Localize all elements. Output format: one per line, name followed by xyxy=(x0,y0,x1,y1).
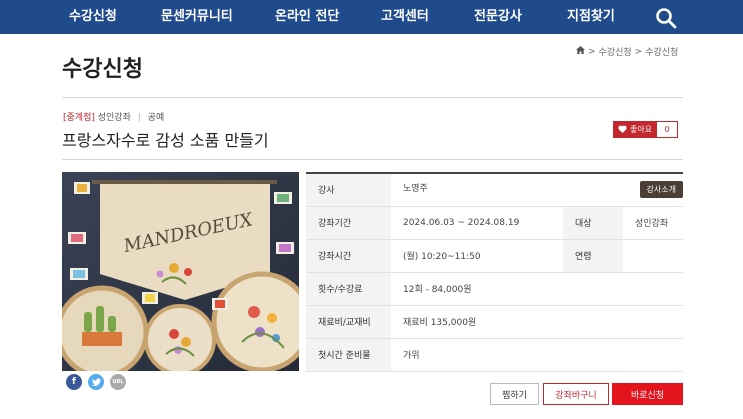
heart-icon xyxy=(618,125,627,135)
table-row: 강사 노영주 강사소개 xyxy=(306,172,683,207)
age-label: 연령 xyxy=(563,239,623,273)
course-category-line: [중계점] 성인강좌 | 공예 xyxy=(63,110,164,123)
fee-value: 12회 - 84,000원 xyxy=(391,272,683,306)
share-buttons: f URL xyxy=(66,374,126,390)
twitter-icon[interactable] xyxy=(88,374,104,390)
like-label: 좋아요 xyxy=(630,125,653,134)
teacher-label: 강사 xyxy=(306,172,391,207)
branch-label: [중계점] xyxy=(63,113,95,123)
nav-item-instructors[interactable]: 전문강사 xyxy=(474,0,522,34)
teacher-value: 노영주 xyxy=(403,184,428,195)
breadcrumb-item[interactable]: 수강신청 xyxy=(599,45,632,58)
course-title: 프랑스자수로 감성 소품 만들기 xyxy=(62,131,269,150)
material-value: 재료비 135,000원 xyxy=(391,305,683,339)
page-title: 수강신청 xyxy=(62,57,143,82)
wishlist-button[interactable]: 찜하기 xyxy=(490,383,539,405)
period-label: 강좌기간 xyxy=(306,206,391,240)
teacher-intro-button[interactable]: 강사소개 xyxy=(639,181,683,199)
table-row: 재료비/교재비 재료비 135,000원 xyxy=(306,305,683,339)
add-to-cart-button[interactable]: 강좌바구니 xyxy=(543,383,609,405)
divider xyxy=(62,159,683,160)
breadcrumb-separator: > xyxy=(588,46,596,57)
like-count: 0 xyxy=(657,122,678,137)
nav-item-find-branch[interactable]: 지점찾기 xyxy=(567,0,615,34)
material-label: 재료비/교재비 xyxy=(306,305,391,339)
table-row: 횟수/수강료 12회 - 84,000원 xyxy=(306,272,683,306)
fee-label: 횟수/수강료 xyxy=(306,272,391,306)
category-label: 성인강좌 xyxy=(97,113,131,123)
course-info-table: 강사 노영주 강사소개 강좌기간 2024.06.03 ~ 2024.08.19… xyxy=(306,172,683,372)
breadcrumb-item[interactable]: 수강신청 xyxy=(645,45,678,58)
course-image: MANDROEUX xyxy=(62,172,299,371)
breadcrumb: > 수강신청 > 수강신청 xyxy=(576,45,678,58)
table-row: 강좌시간 (월) 10:20~11:50 연령 xyxy=(306,239,683,273)
target-value: 성인강좌 xyxy=(623,206,683,240)
breadcrumb-separator: > xyxy=(634,46,643,57)
time-label: 강좌시간 xyxy=(306,239,391,273)
period-value: 2024.06.03 ~ 2024.08.19 xyxy=(391,206,563,240)
divider xyxy=(62,97,683,98)
nav-item-online-flyer[interactable]: 온라인 전단 xyxy=(275,0,339,34)
table-row: 첫시간 준비물 가위 xyxy=(306,338,683,372)
url-copy-icon[interactable]: URL xyxy=(110,374,126,390)
like-label-box: 좋아요 xyxy=(614,122,658,137)
time-value: (월) 10:20~11:50 xyxy=(391,239,563,273)
age-value xyxy=(623,239,683,273)
prep-label: 첫시간 준비물 xyxy=(306,338,391,372)
home-icon[interactable] xyxy=(576,46,585,57)
prep-value: 가위 xyxy=(391,338,683,372)
teacher-cell: 노영주 강사소개 xyxy=(391,172,683,207)
apply-now-button[interactable]: 바로신청 xyxy=(612,383,683,405)
nav-item-community[interactable]: 문센커뮤니티 xyxy=(161,0,233,34)
target-label: 대상 xyxy=(563,206,623,240)
search-icon[interactable] xyxy=(654,6,678,30)
like-button[interactable]: 좋아요 0 xyxy=(613,121,679,138)
table-row: 강좌기간 2024.06.03 ~ 2024.08.19 대상 성인강좌 xyxy=(306,206,683,240)
subcategory-label: 공예 xyxy=(147,113,165,123)
top-nav: 수강신청 문센커뮤니티 온라인 전단 고객센터 전문강사 지점찾기 xyxy=(0,0,743,34)
nav-item-customer-center[interactable]: 고객센터 xyxy=(381,0,429,34)
category-separator: | xyxy=(137,113,141,123)
nav-item-course-apply[interactable]: 수강신청 xyxy=(69,0,117,34)
facebook-icon[interactable]: f xyxy=(66,374,82,390)
